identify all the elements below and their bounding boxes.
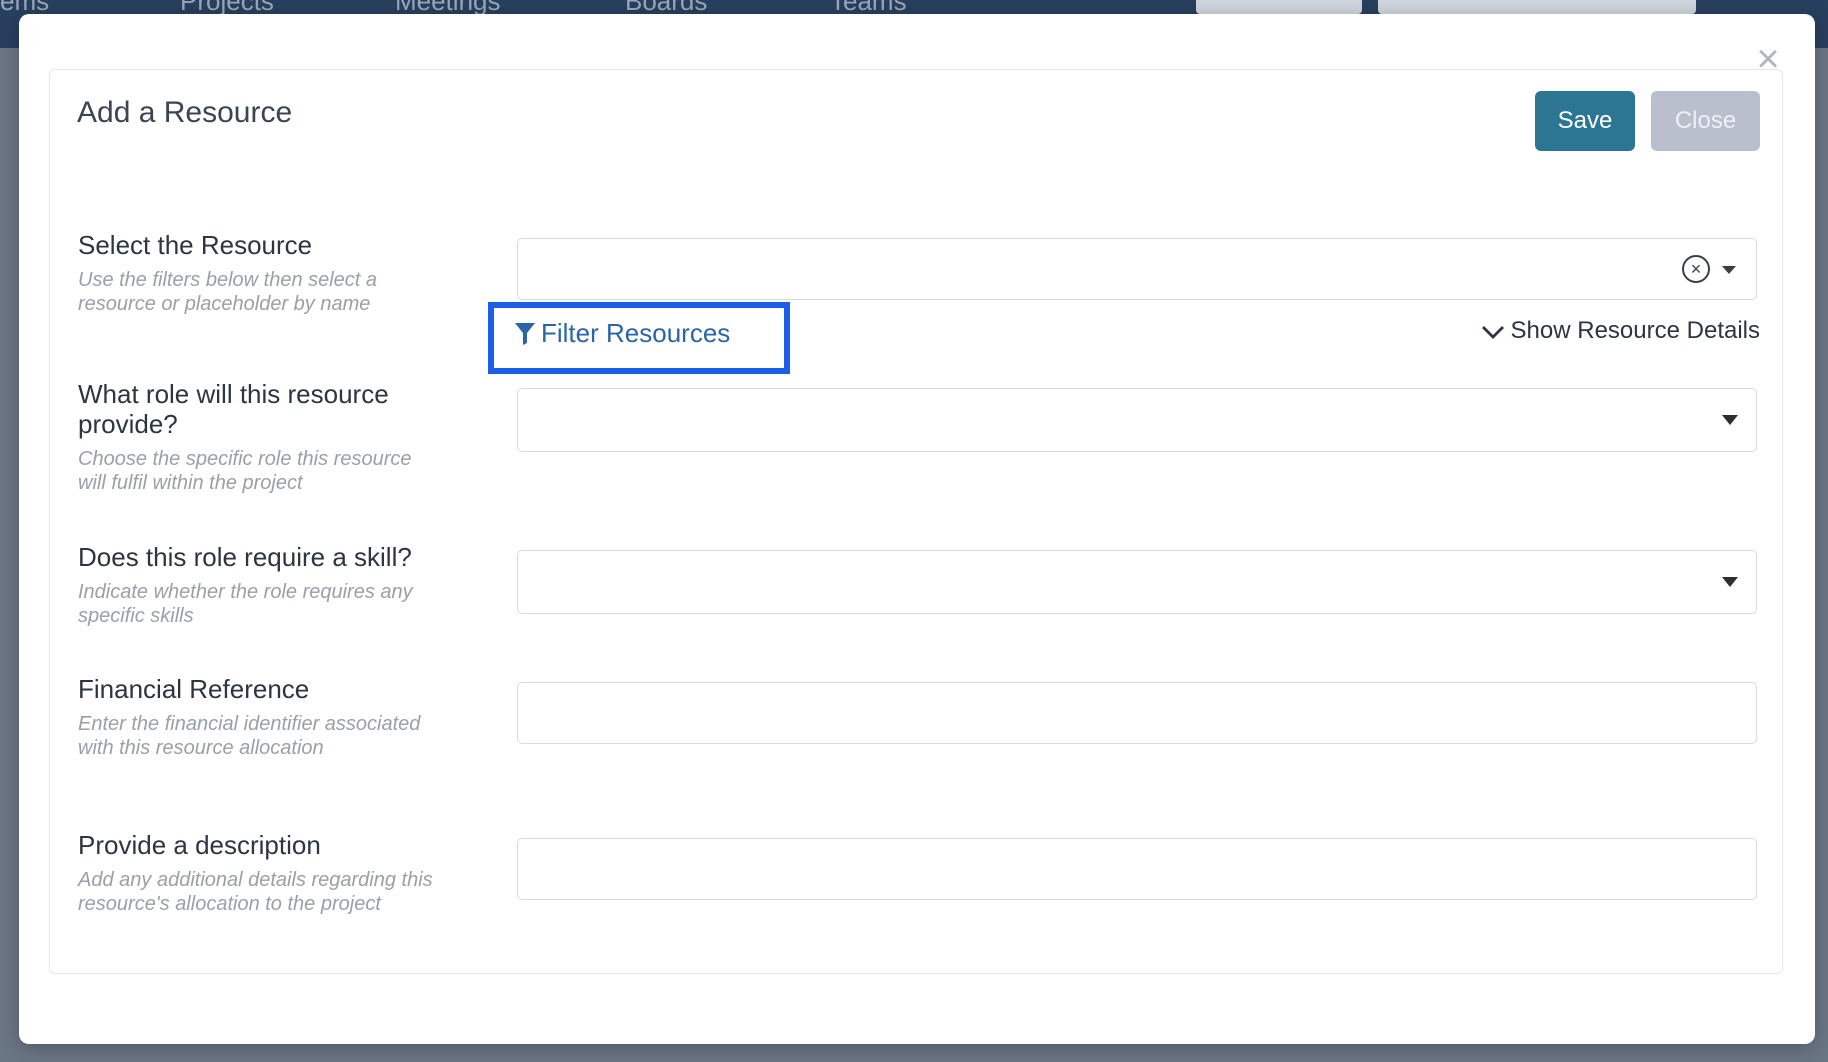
skill-select[interactable] [517, 550, 1757, 614]
filter-resources-highlight: Filter Resources [488, 302, 790, 374]
resource-select[interactable]: × [517, 238, 1757, 300]
show-resource-details-link[interactable]: Show Resource Details [1481, 317, 1760, 345]
description-label: Provide a description [78, 830, 321, 860]
role-label: What role will this resource provide? [78, 379, 389, 439]
show-resource-details-label: Show Resource Details [1510, 317, 1760, 344]
filter-icon [515, 323, 535, 345]
description-input[interactable] [517, 838, 1757, 900]
description-help: Add any additional details regarding thi… [78, 869, 433, 915]
close-button[interactable]: Close [1651, 91, 1760, 151]
financial-reference-label: Financial Reference [78, 674, 310, 704]
background-search-input [1378, 0, 1696, 14]
role-select[interactable] [517, 388, 1757, 452]
role-help: Choose the specific role this resource w… [78, 448, 412, 494]
skill-help: Indicate whether the role requires any s… [78, 581, 413, 627]
chevron-down-icon[interactable] [1722, 266, 1736, 274]
select-resource-label: Select the Resource [78, 230, 313, 260]
filter-resources-link[interactable]: Filter Resources [515, 318, 730, 349]
skill-label: Does this role require a skill? [78, 542, 412, 572]
chevron-down-icon[interactable] [1722, 577, 1738, 587]
chevron-down-icon [1481, 326, 1504, 339]
chevron-down-icon[interactable] [1722, 415, 1738, 425]
filter-resources-label: Filter Resources [541, 318, 731, 348]
page-title: Add a Resource [77, 96, 293, 129]
financial-reference-input[interactable] [517, 682, 1757, 744]
financial-reference-help: Enter the financial identifier associate… [78, 713, 421, 759]
select-resource-help: Use the filters below then select a reso… [78, 269, 378, 315]
clear-icon[interactable]: × [1682, 255, 1710, 283]
add-resource-panel: Add a Resource Save Close Select the Res… [49, 69, 1783, 974]
save-button[interactable]: Save [1535, 91, 1635, 151]
background-create-button [1196, 0, 1362, 14]
add-resource-modal: × Add a Resource Save Close Select the R… [19, 14, 1815, 1044]
